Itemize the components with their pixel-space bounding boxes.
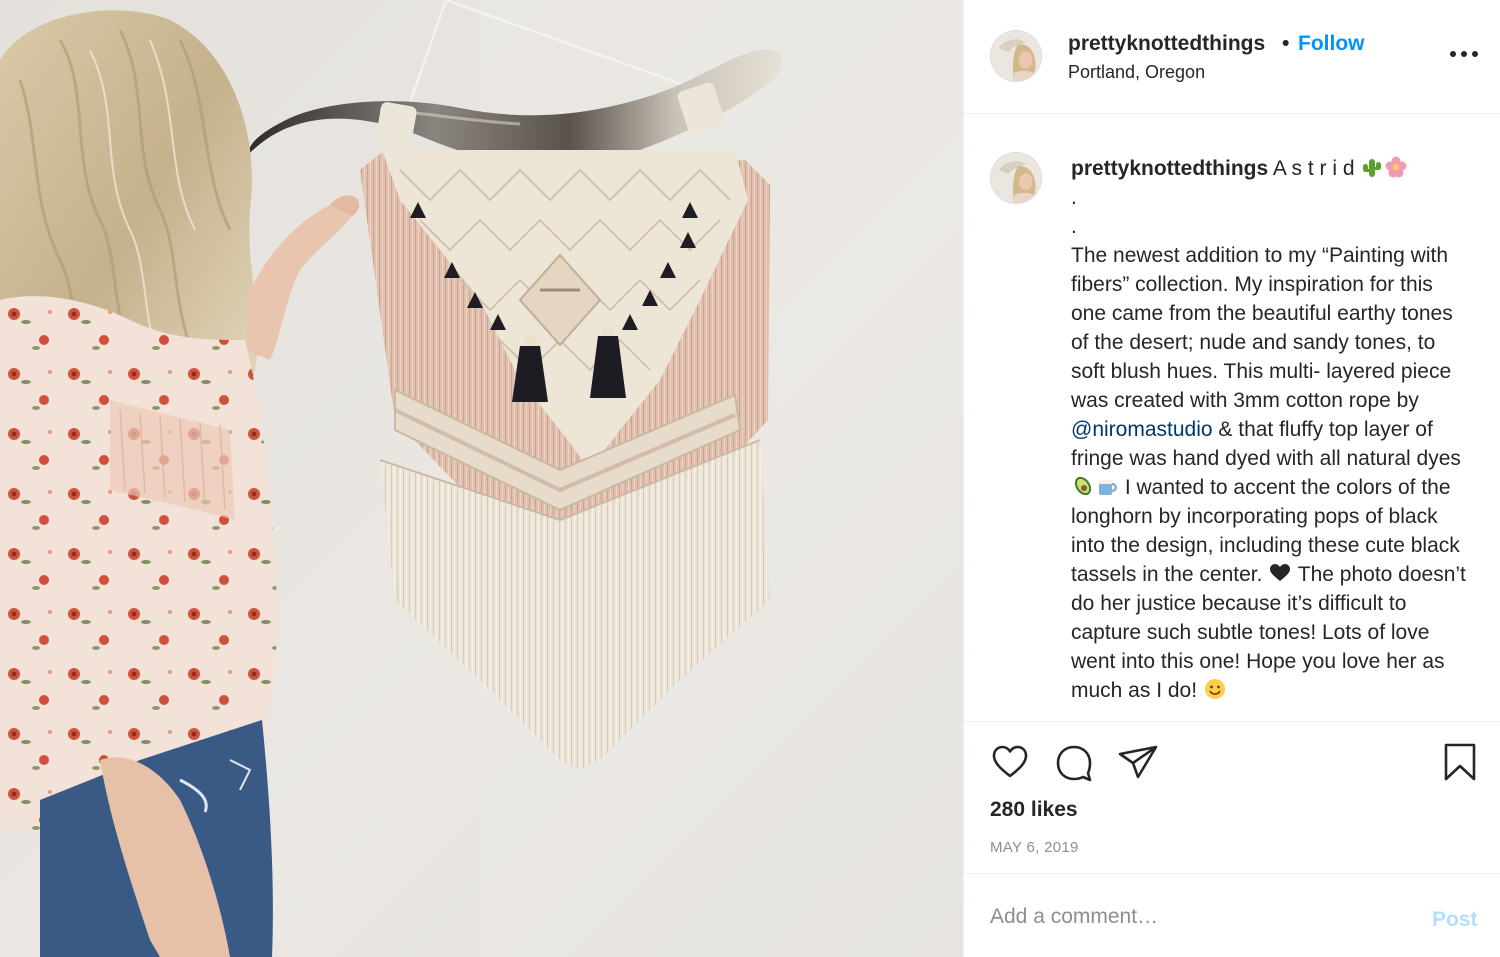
post-side-panel: prettyknottedthings • Follow Portland, O…: [963, 0, 1500, 957]
caption-avatar[interactable]: [990, 152, 1042, 204]
heart-icon[interactable]: [988, 740, 1032, 784]
bookmark-icon[interactable]: [1438, 740, 1482, 784]
caption-title: A s t r i d: [1272, 157, 1355, 180]
follow-button[interactable]: Follow: [1298, 32, 1365, 56]
post-caption: prettyknottedthings A s t r i d . . The …: [1071, 154, 1471, 705]
comment-input[interactable]: [990, 902, 1390, 932]
add-comment-section: Post: [964, 873, 1500, 957]
cactus-emoji: [1361, 156, 1383, 178]
more-options-icon[interactable]: [1448, 44, 1480, 64]
post-date[interactable]: MAY 6, 2019: [990, 839, 1079, 856]
macrame-photo-illustration: [0, 0, 963, 957]
avatar[interactable]: [990, 30, 1042, 82]
blossom-emoji: [1385, 156, 1407, 178]
header-username[interactable]: prettyknottedthings: [1068, 32, 1265, 56]
post-actions: 280 likes MAY 6, 2019: [964, 721, 1500, 873]
avocado-emoji: [1072, 475, 1094, 497]
header-separator: •: [1282, 32, 1290, 55]
comment-icon[interactable]: [1052, 740, 1096, 784]
paper-plane-icon[interactable]: [1116, 740, 1160, 784]
caption-dot-2: .: [1071, 215, 1077, 238]
caption-text-1: The newest addition to my “Painting with…: [1071, 244, 1453, 412]
black-heart-emoji: [1269, 562, 1291, 584]
post-header: prettyknottedthings • Follow Portland, O…: [964, 0, 1500, 114]
avatar-image: [991, 153, 1041, 203]
mention-link[interactable]: @niromastudio: [1071, 418, 1213, 441]
smile-emoji: [1204, 678, 1226, 700]
mug-emoji: [1096, 475, 1118, 497]
avatar-image: [991, 31, 1041, 81]
post-photo[interactable]: [0, 0, 963, 957]
post-comment-button[interactable]: Post: [1432, 908, 1478, 932]
comments-list[interactable]: prettyknottedthings A s t r i d . . The …: [964, 114, 1500, 721]
location-link[interactable]: Portland, Oregon: [1068, 62, 1205, 83]
caption-username[interactable]: prettyknottedthings: [1071, 157, 1268, 180]
caption-dot-1: .: [1071, 186, 1077, 209]
likes-count[interactable]: 280 likes: [990, 798, 1078, 822]
